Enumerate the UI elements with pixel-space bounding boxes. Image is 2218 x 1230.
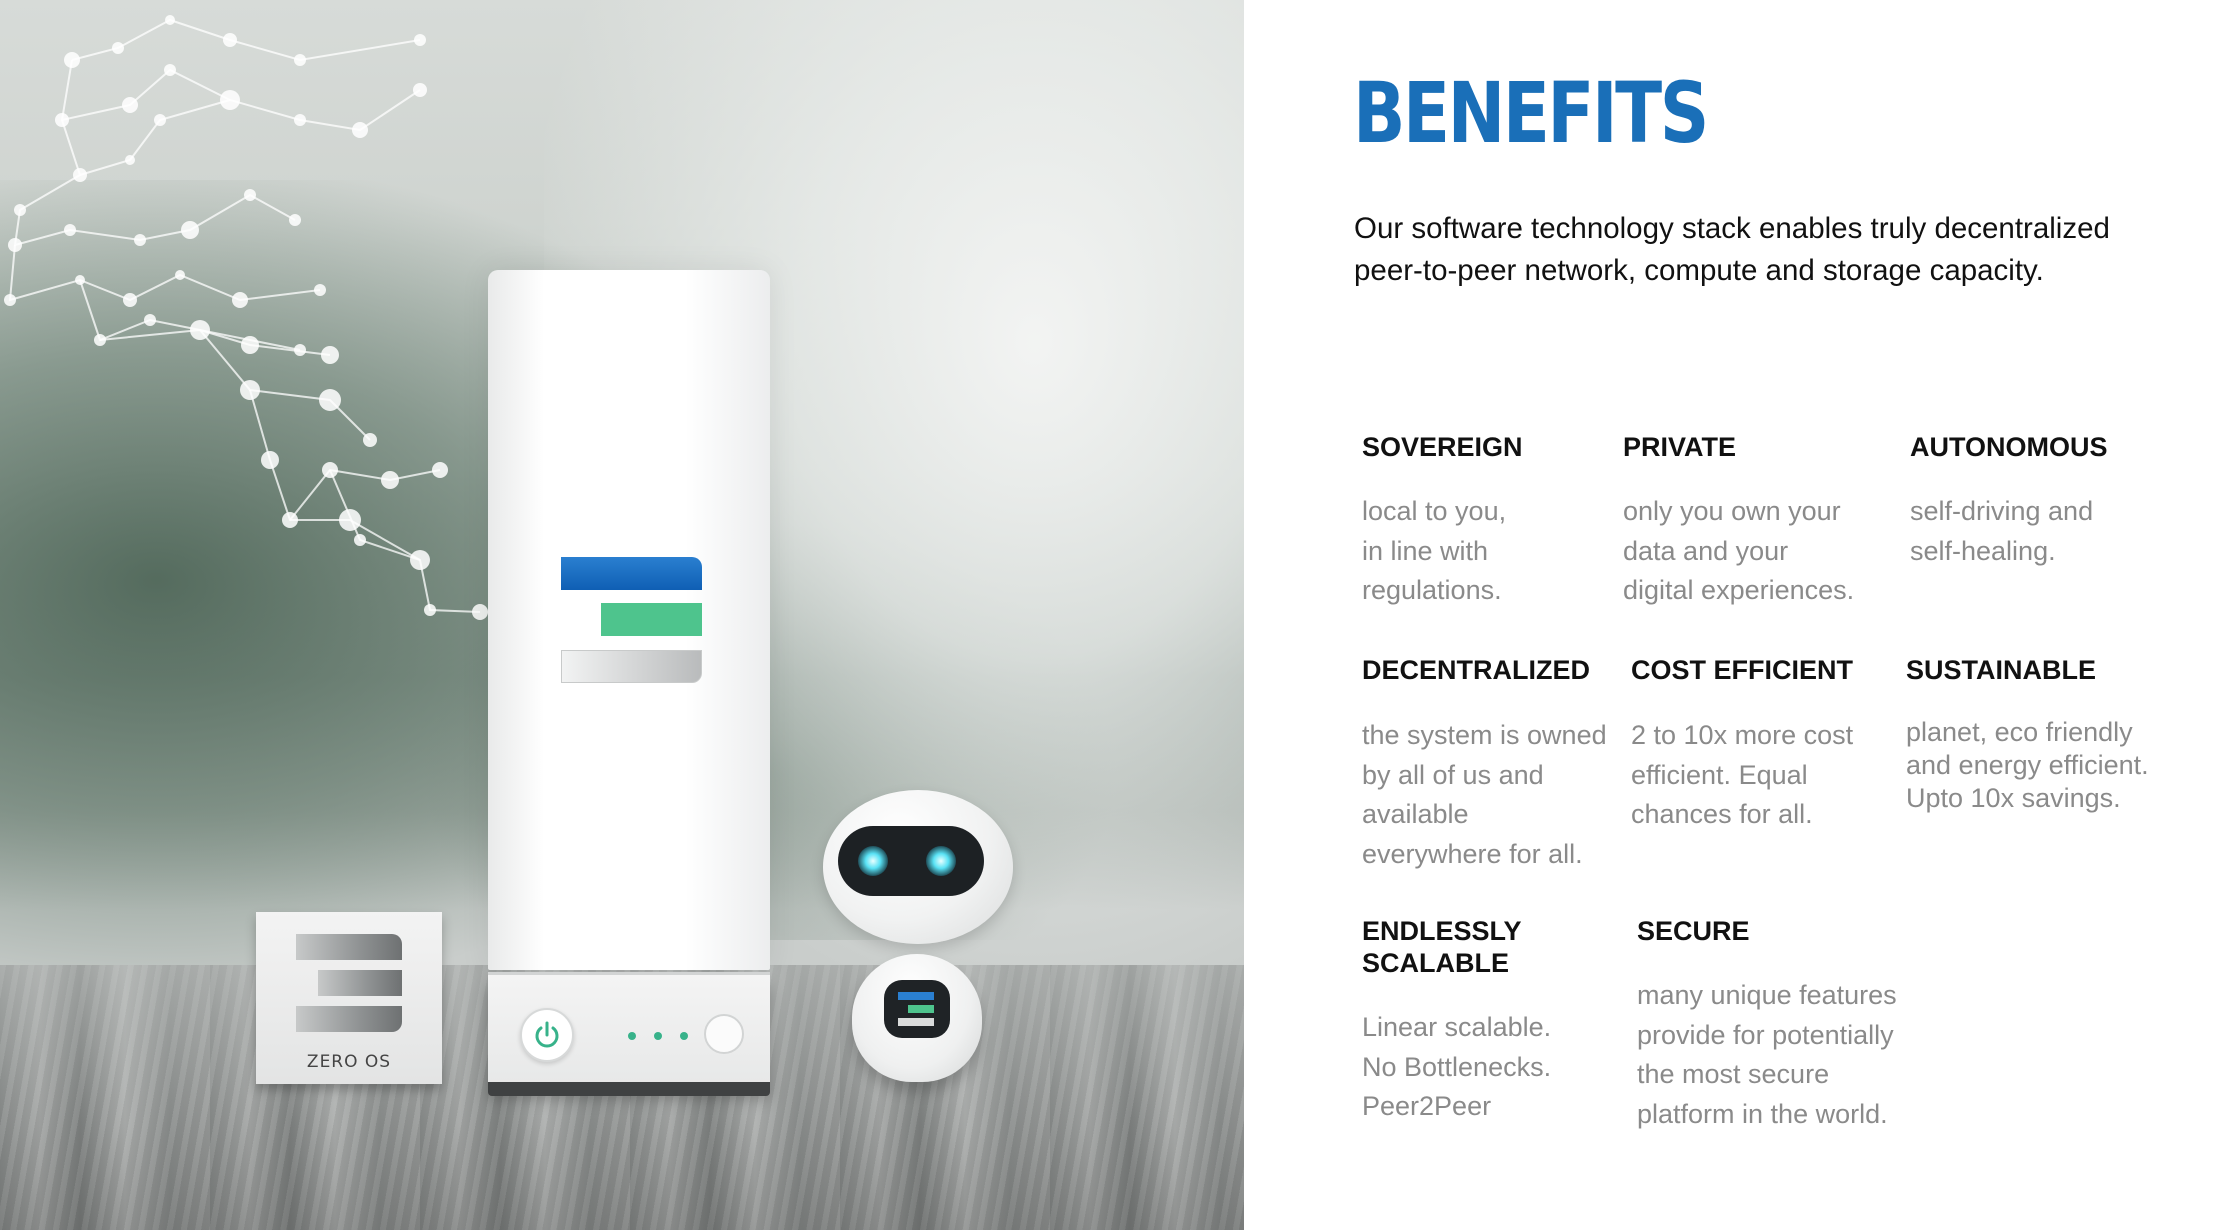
- status-led: [680, 1032, 688, 1040]
- benefit-title: ENDLESSLY SCALABLE: [1362, 916, 1522, 978]
- page-title: BENEFITS: [1353, 64, 1709, 162]
- zero-os-logo-bar: [296, 1006, 402, 1032]
- badge-bar-blue: [898, 992, 934, 1000]
- logo-bar-green: [601, 603, 702, 636]
- benefit-title: COST EFFICIENT: [1631, 655, 1853, 685]
- benefit-desc: planet, eco friendly and energy efficien…: [1906, 717, 2149, 813]
- benefit-title: SECURE: [1637, 916, 1750, 946]
- zero-os-box: ZERO OS: [256, 912, 442, 1084]
- benefit-desc: many unique features provide for potenti…: [1637, 980, 1897, 1129]
- benefit-desc: Linear scalable. No Bottlenecks. Peer2Pe…: [1362, 1012, 1552, 1121]
- benefit-title: PRIVATE: [1623, 432, 1737, 462]
- benefit-desc: only you own your data and your digital …: [1623, 496, 1855, 605]
- device-foot: [488, 1082, 770, 1096]
- robot-eye: [858, 846, 888, 876]
- benefit-desc: self-driving and self-healing.: [1910, 496, 2094, 566]
- benefit-desc: local to you, in line with regulations.: [1362, 496, 1507, 605]
- zero-os-label: ZERO OS: [306, 1052, 392, 1072]
- robot-eye: [926, 846, 956, 876]
- zero-os-logo-bar: [318, 970, 402, 996]
- zero-os-logo-bar: [296, 934, 402, 960]
- intro-text: Our software technology stack enables tr…: [1354, 212, 2110, 287]
- device-ring-button: [704, 1014, 744, 1054]
- badge-bar-grey: [898, 1018, 934, 1026]
- network-graph-decoration: [4, 15, 488, 620]
- benefit-title: AUTONOMOUS: [1910, 432, 2108, 462]
- status-led: [628, 1032, 636, 1040]
- badge-bar-green: [908, 1005, 934, 1013]
- power-icon: [520, 1008, 574, 1062]
- benefit-title: SUSTAINABLE: [1906, 655, 2097, 685]
- logo-bar-blue: [561, 557, 702, 590]
- robot-badge-logo: [884, 980, 950, 1038]
- status-led: [654, 1032, 662, 1040]
- benefit-title: SOVEREIGN: [1362, 432, 1523, 462]
- logo-bar-grey: [561, 650, 702, 683]
- benefit-title: DECENTRALIZED: [1362, 655, 1590, 685]
- benefit-desc: 2 to 10x more cost efficient. Equal chan…: [1631, 720, 1854, 829]
- benefit-desc: the system is owned by all of us and ava…: [1362, 720, 1607, 869]
